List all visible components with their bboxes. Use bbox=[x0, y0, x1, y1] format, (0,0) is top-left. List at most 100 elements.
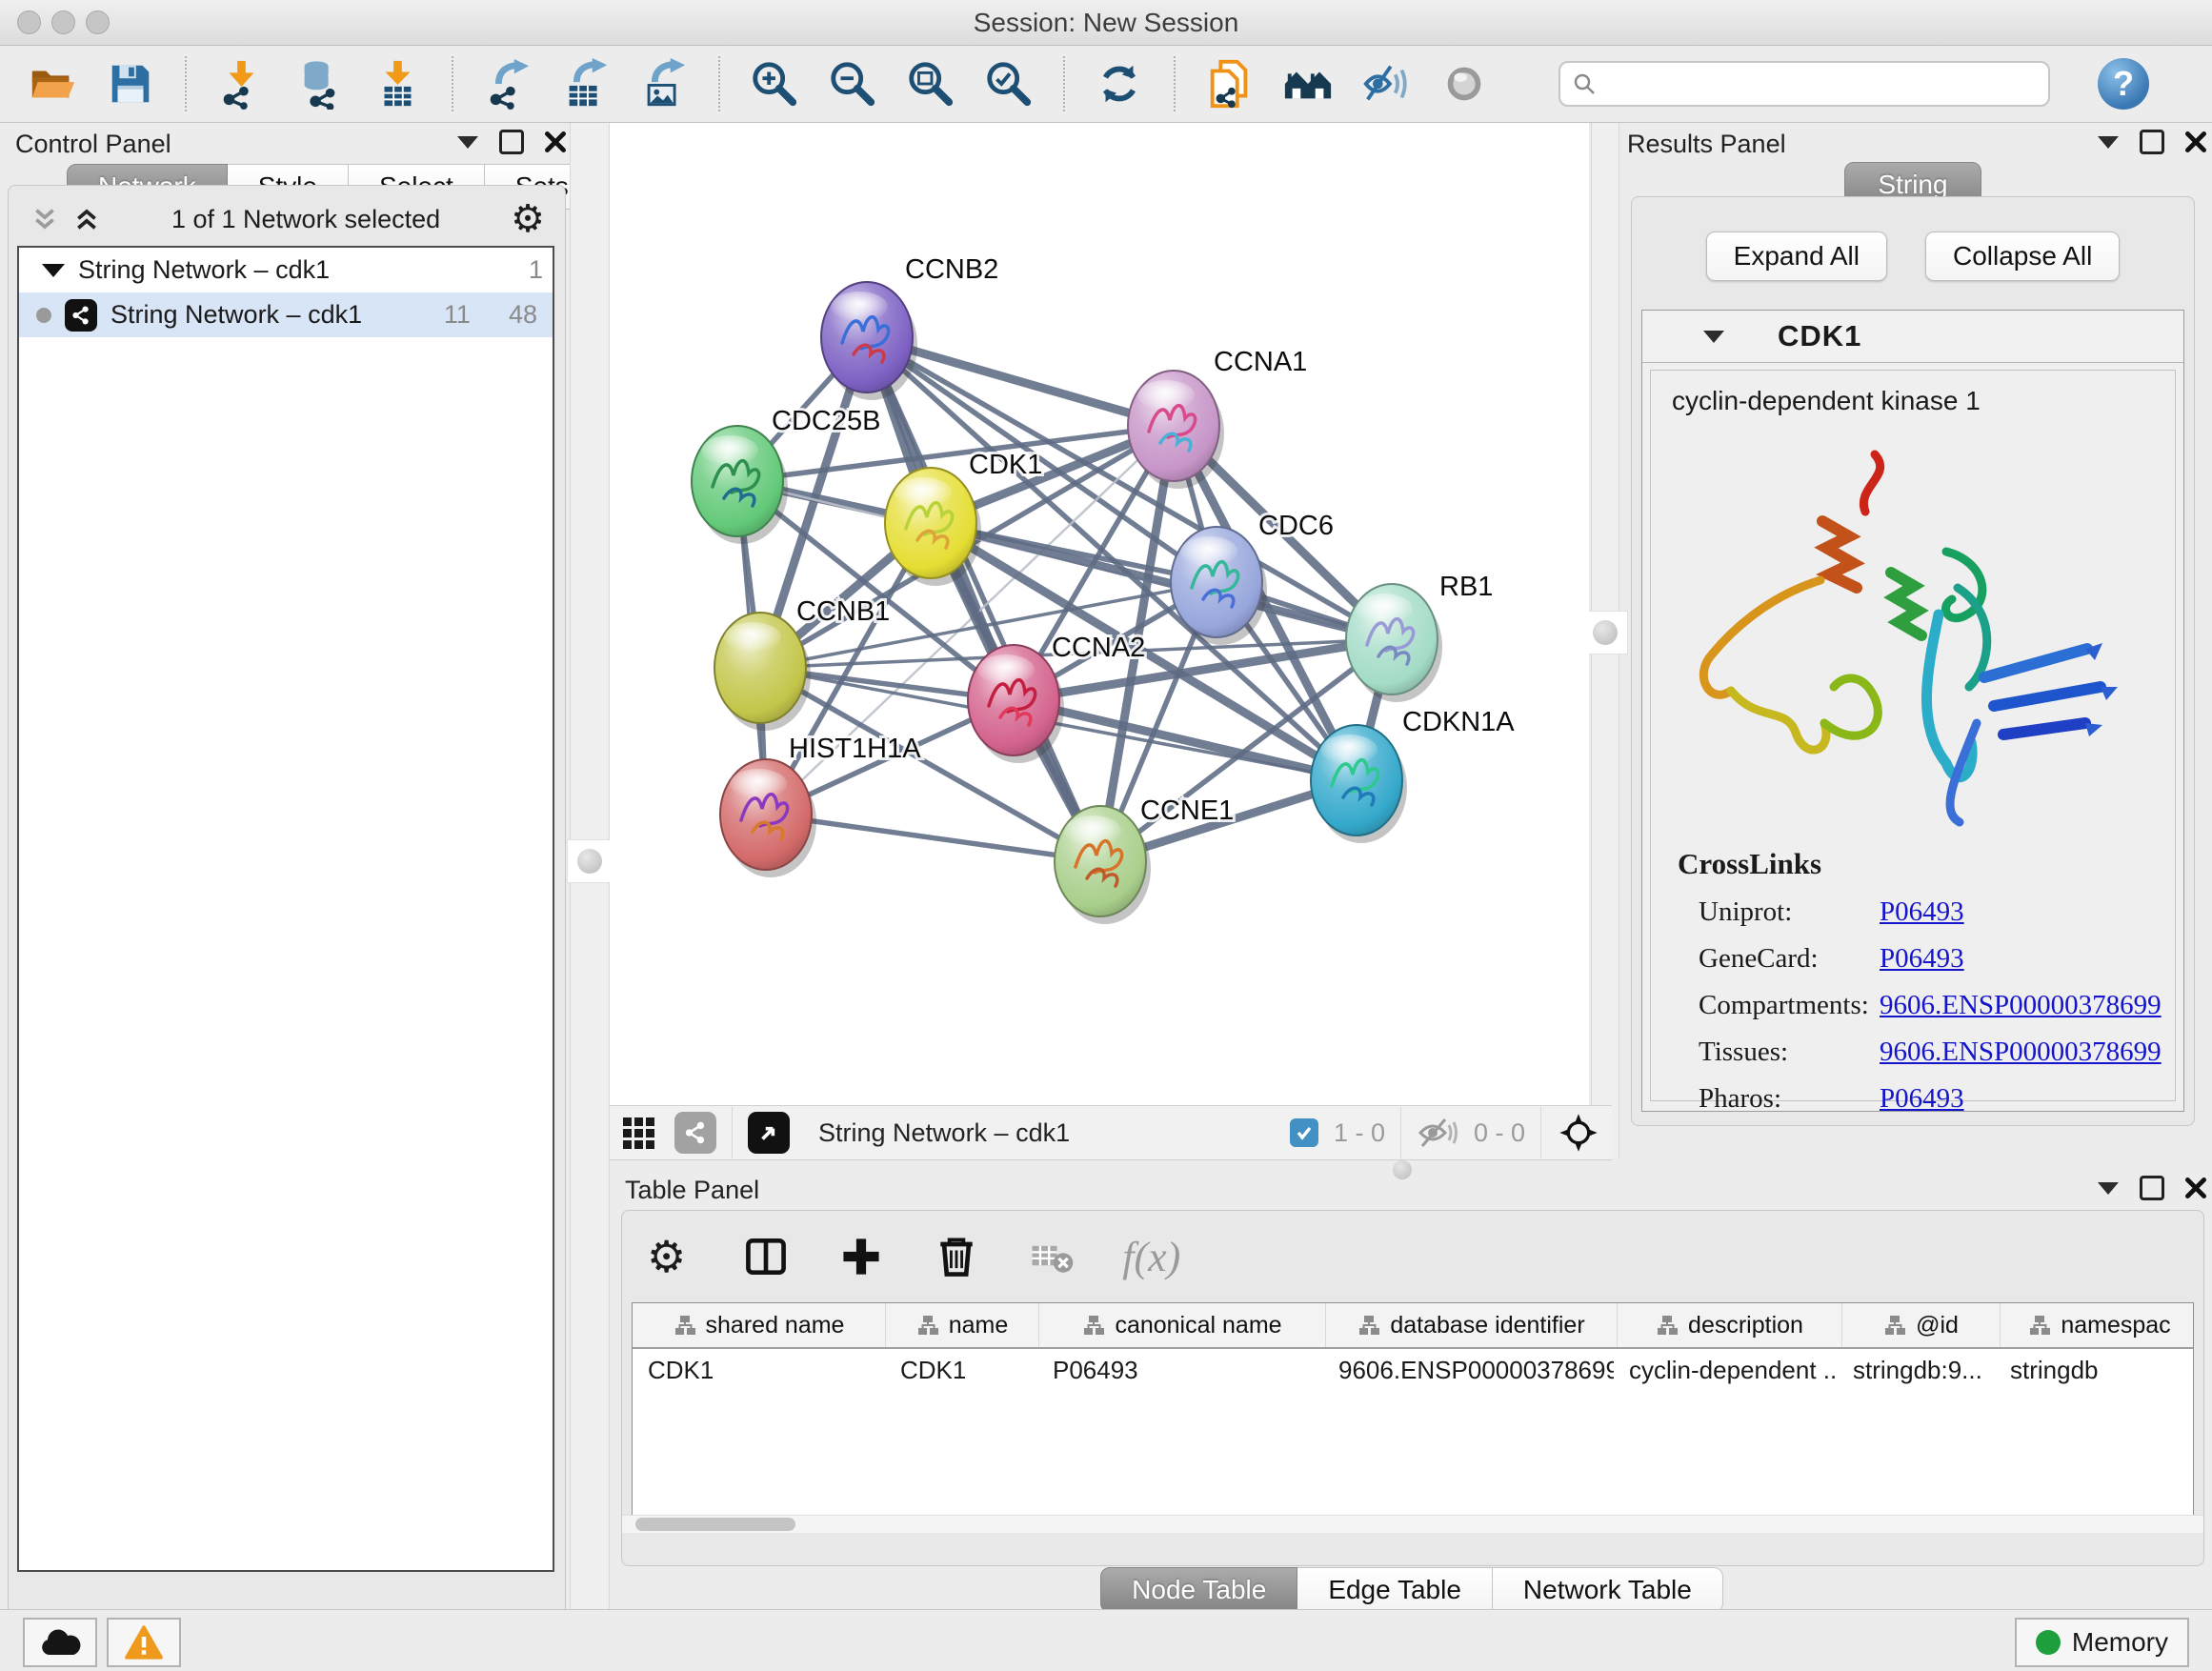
tab-node-table[interactable]: Node Table bbox=[1100, 1567, 1297, 1613]
expand-all-button[interactable]: Expand All bbox=[1706, 232, 1887, 281]
float-panel-icon[interactable] bbox=[499, 130, 524, 154]
toolbar-separator bbox=[452, 56, 453, 111]
collection-expander-icon[interactable] bbox=[42, 264, 65, 277]
column-header[interactable]: database identifier bbox=[1326, 1303, 1618, 1347]
column-header[interactable]: @id bbox=[1842, 1303, 2001, 1347]
open-session-icon[interactable] bbox=[25, 56, 80, 111]
table-panel-header: Table Panel bbox=[625, 1172, 2212, 1208]
collection-count: 1 bbox=[529, 255, 543, 285]
network-collection-row[interactable]: String Network – cdk1 1 bbox=[19, 248, 553, 292]
search-box[interactable] bbox=[1558, 61, 2050, 107]
search-input[interactable] bbox=[1606, 69, 2037, 100]
network-node-label: CCNA2 bbox=[1052, 633, 1145, 663]
hidden-eye-icon[interactable] bbox=[1417, 1116, 1458, 1150]
close-panel-icon[interactable] bbox=[2185, 131, 2206, 152]
table-cell[interactable]: 9606.ENSP00000378699 bbox=[1323, 1356, 1614, 1385]
column-header[interactable]: canonical name bbox=[1039, 1303, 1326, 1347]
close-panel-icon[interactable] bbox=[545, 131, 566, 152]
crosslink-label: Pharos: bbox=[1699, 1083, 1880, 1115]
panel-menu-caret-icon[interactable] bbox=[457, 136, 478, 149]
crosslink-label: Compartments: bbox=[1699, 990, 1880, 1021]
close-panel-icon[interactable] bbox=[2185, 1178, 2206, 1198]
birdseye-view-icon[interactable] bbox=[748, 1112, 790, 1154]
tab-edge-table[interactable]: Edge Table bbox=[1297, 1567, 1493, 1613]
zoom-out-icon[interactable] bbox=[825, 56, 880, 111]
gear-icon[interactable]: ⚙ bbox=[511, 200, 545, 238]
left-splitter[interactable] bbox=[570, 123, 610, 1610]
gene-description: cyclin-dependent kinase 1 bbox=[1672, 386, 2175, 416]
column-type-icon bbox=[916, 1314, 939, 1337]
import-network-database-icon[interactable] bbox=[292, 56, 347, 111]
table-panel: Table Panel ⚙ bbox=[617, 1172, 2206, 1608]
crosslinks-title: CrossLinks bbox=[1678, 847, 2162, 881]
fit-selected-crosshair-icon[interactable] bbox=[1557, 1111, 1600, 1155]
crosslink-link[interactable]: 9606.ENSP00000378699 bbox=[1880, 1037, 2162, 1068]
left-splitter-handle[interactable] bbox=[567, 839, 613, 883]
column-header[interactable]: name bbox=[886, 1303, 1039, 1347]
export-image-icon[interactable] bbox=[636, 56, 692, 111]
collapse-all-button[interactable]: Collapse All bbox=[1925, 232, 2120, 281]
table-cell[interactable]: CDK1 bbox=[885, 1356, 1037, 1385]
crosslink-link[interactable]: P06493 bbox=[1880, 943, 1964, 975]
network-row-selected[interactable]: String Network – cdk1 11 48 bbox=[19, 292, 553, 337]
panel-menu-caret-icon[interactable] bbox=[2098, 1182, 2119, 1195]
selected-checkbox-icon[interactable] bbox=[1290, 1118, 1318, 1147]
column-header[interactable]: namespac bbox=[2001, 1303, 2194, 1347]
cloud-status-button[interactable] bbox=[23, 1618, 97, 1667]
float-panel-icon[interactable] bbox=[2140, 1176, 2164, 1200]
gene-header-row[interactable]: CDK1 bbox=[1642, 311, 2183, 363]
show-graphics-icon[interactable] bbox=[1437, 56, 1492, 111]
grid-view-icon[interactable] bbox=[621, 1114, 659, 1152]
export-table-icon[interactable] bbox=[558, 56, 613, 111]
import-network-icon[interactable] bbox=[213, 56, 269, 111]
network-thumbnail-icon[interactable] bbox=[674, 1112, 716, 1154]
crosslink-link[interactable]: 9606.ENSP00000378699 bbox=[1880, 990, 2162, 1021]
table-cell[interactable]: P06493 bbox=[1037, 1356, 1323, 1385]
import-table-icon[interactable] bbox=[370, 56, 425, 111]
toolbar-items bbox=[25, 56, 1492, 111]
function-builder-icon[interactable]: f(x) bbox=[1122, 1233, 1180, 1281]
float-panel-icon[interactable] bbox=[2140, 130, 2164, 154]
network-canvas[interactable]: CCNB2CCNA1CDC25BCDK1CDC6RB1CCNB1CCNA2CDK… bbox=[610, 123, 1589, 1105]
table-toolbar: ⚙ f(x) bbox=[647, 1226, 1180, 1287]
new-network-from-selection-icon[interactable] bbox=[1202, 56, 1257, 111]
crosslink-link[interactable]: P06493 bbox=[1880, 1083, 1964, 1115]
table-row[interactable]: CDK1CDK1P064939606.ENSP00000378699cyclin… bbox=[633, 1349, 2193, 1391]
expand-all-icon[interactable] bbox=[72, 207, 101, 232]
export-network-icon[interactable] bbox=[480, 56, 535, 111]
table-cell[interactable]: stringdb bbox=[1995, 1356, 2193, 1385]
column-header[interactable]: description bbox=[1618, 1303, 1842, 1347]
table-cell[interactable]: stringdb:9... bbox=[1838, 1356, 1995, 1385]
crosslink-link[interactable]: P06493 bbox=[1880, 896, 1964, 928]
column-header[interactable]: shared name bbox=[633, 1303, 886, 1347]
warning-status-button[interactable] bbox=[107, 1618, 181, 1667]
table-cell[interactable]: cyclin-dependent ... bbox=[1614, 1356, 1838, 1385]
network-node-label: CCNA1 bbox=[1214, 347, 1307, 377]
show-columns-icon[interactable] bbox=[741, 1232, 791, 1281]
refresh-icon[interactable] bbox=[1092, 56, 1147, 111]
table-hscrollbar[interactable] bbox=[622, 1515, 2203, 1533]
zoom-fit-icon[interactable] bbox=[903, 56, 958, 111]
right-splitter[interactable] bbox=[1591, 123, 1619, 1158]
table-box: ⚙ f(x) shared namenamecanonical namedata… bbox=[621, 1210, 2204, 1566]
panel-menu-caret-icon[interactable] bbox=[2098, 136, 2119, 149]
zoom-selected-icon[interactable] bbox=[981, 56, 1036, 111]
collapse-all-icon[interactable] bbox=[30, 207, 59, 232]
table-cell[interactable]: CDK1 bbox=[633, 1356, 885, 1385]
memory-button[interactable]: Memory bbox=[2015, 1618, 2189, 1667]
create-column-plus-icon[interactable] bbox=[836, 1232, 886, 1281]
delete-table-icon[interactable] bbox=[1027, 1232, 1076, 1281]
gene-expander-icon[interactable] bbox=[1703, 331, 1724, 343]
hide-graphics-icon[interactable] bbox=[1358, 56, 1414, 111]
network-tree: String Network – cdk1 1 String Network –… bbox=[17, 246, 554, 1572]
network-edge[interactable] bbox=[1014, 700, 1357, 780]
help-button[interactable]: ? bbox=[2098, 58, 2149, 110]
zoom-in-icon[interactable] bbox=[747, 56, 802, 111]
save-session-icon[interactable] bbox=[103, 56, 158, 111]
tab-network-table[interactable]: Network Table bbox=[1493, 1567, 1723, 1613]
memory-status-dot-icon bbox=[2036, 1630, 2061, 1655]
table-settings-gear-icon[interactable]: ⚙ bbox=[647, 1235, 686, 1278]
houses-icon[interactable] bbox=[1280, 56, 1336, 111]
window-title: Session: New Session bbox=[0, 8, 2212, 38]
delete-column-trash-icon[interactable] bbox=[932, 1232, 981, 1281]
